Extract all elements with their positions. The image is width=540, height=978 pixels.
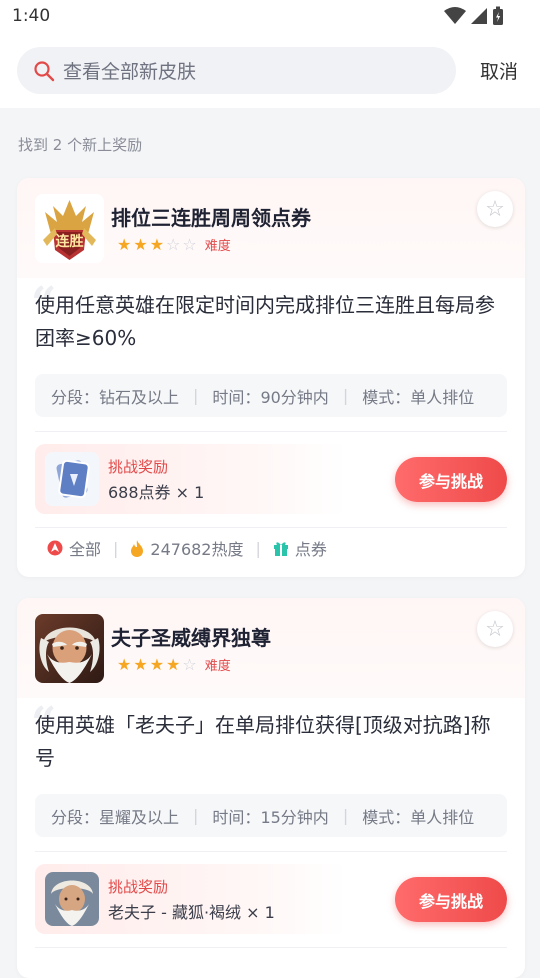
- mode-label: 模式：: [362, 807, 411, 827]
- star-filled-icon: ★: [166, 654, 181, 674]
- card-description: 使用英雄「老夫子」在单局排位获得[顶级对抗路]称号: [35, 713, 491, 770]
- card-description: 使用任意英雄在限定时间内完成排位三连胜且每局参团率≥60%: [35, 293, 495, 350]
- star-filled-icon: ★: [149, 654, 165, 674]
- time-value: 90分钟内: [260, 387, 329, 407]
- reward-box: 挑战奖励 688点券 × 1: [35, 444, 347, 514]
- divider: [35, 947, 507, 948]
- badge-text: 连胜: [56, 233, 84, 250]
- separator: |: [113, 538, 119, 558]
- time-label: 时间：: [212, 807, 261, 827]
- star-empty-icon: ☆: [182, 234, 197, 254]
- flame-icon: [131, 539, 144, 557]
- battery-icon: [493, 6, 503, 25]
- scope-stat: 全部: [47, 536, 101, 560]
- hero-portrait-image: [35, 614, 104, 683]
- requirements-bar: 分段： 星耀及以上 | 时间： 15分钟内 | 模式： 单人排位: [35, 794, 507, 837]
- divider: [35, 431, 507, 432]
- coupon-cards-image: [45, 452, 99, 506]
- separator: |: [193, 806, 199, 825]
- search-icon: [33, 60, 55, 82]
- challenge-card[interactable]: 连胜 排位三连胜周周领点券 ★ ★ ★ ☆ ☆ 难度 ☆ “ 使用任意英雄在限定…: [17, 178, 525, 577]
- cancel-button[interactable]: 取消: [480, 57, 518, 84]
- card-stats: 全部 | 247682热度 | 点券: [47, 536, 327, 560]
- star-empty-icon: ☆: [182, 654, 197, 674]
- favorite-star-button[interactable]: ☆: [477, 611, 513, 647]
- signal-icon: [471, 8, 487, 24]
- star-empty-icon: ☆: [166, 234, 181, 254]
- search-header: 查看全部新皮肤 取消: [0, 34, 540, 108]
- card-title: 排位三连胜周周领点券: [111, 206, 311, 230]
- reward-box: 挑战奖励 老夫子 - 藏狐·褐绒 × 1: [35, 864, 347, 934]
- divider: [35, 527, 507, 528]
- tier-label: 分段：: [51, 387, 100, 407]
- separator: |: [193, 386, 199, 405]
- mode-label: 模式：: [362, 387, 411, 407]
- star-filled-icon: ★: [133, 654, 148, 674]
- scope-text: 全部: [69, 540, 102, 559]
- search-placeholder: 查看全部新皮肤: [63, 61, 197, 83]
- reward-value: 老夫子 - 藏狐·褐绒 × 1: [108, 903, 275, 922]
- join-challenge-button[interactable]: 参与挑战: [395, 457, 507, 502]
- time-value: 15分钟内: [260, 807, 329, 827]
- difficulty-rating: ★ ★ ★ ☆ ☆ 难度: [117, 235, 231, 254]
- wifi-icon: [444, 7, 466, 24]
- time-label: 时间：: [212, 387, 261, 407]
- star-filled-icon: ★: [149, 234, 165, 254]
- tier-value: 钻石及以上: [99, 387, 180, 407]
- difficulty-label: 难度: [204, 659, 231, 674]
- tier-value: 星耀及以上: [99, 807, 180, 827]
- separator: |: [255, 538, 261, 558]
- mode-value: 单人排位: [410, 807, 475, 827]
- tier-label: 分段：: [51, 807, 100, 827]
- reward-value: 688点券 × 1: [108, 483, 205, 502]
- skin-reward-image: [45, 872, 99, 926]
- type-stat: 点券: [273, 536, 327, 560]
- join-challenge-button[interactable]: 参与挑战: [395, 877, 507, 922]
- star-filled-icon: ★: [117, 234, 132, 254]
- heat-stat: 247682热度: [130, 536, 244, 560]
- star-outline-icon: ☆: [485, 616, 505, 642]
- separator: |: [342, 806, 349, 825]
- search-input[interactable]: 查看全部新皮肤: [17, 47, 456, 94]
- mode-value: 单人排位: [410, 387, 475, 407]
- star-outline-icon: ☆: [485, 196, 505, 222]
- system-icons: [444, 6, 504, 26]
- separator: |: [342, 386, 349, 405]
- rank-badge-image: 连胜: [35, 194, 104, 263]
- reward-label: 挑战奖励: [108, 458, 169, 476]
- requirements-bar: 分段： 钻石及以上 | 时间： 90分钟内 | 模式： 单人排位: [35, 374, 507, 417]
- heat-text: 247682热度: [150, 540, 244, 559]
- difficulty-label: 难度: [204, 239, 231, 254]
- difficulty-rating: ★ ★ ★ ★ ☆ 难度: [117, 655, 231, 674]
- result-count: 找到 2 个新上奖励: [18, 136, 143, 154]
- rank-icon: [47, 540, 63, 556]
- favorite-star-button[interactable]: ☆: [477, 191, 513, 227]
- gift-icon: [273, 542, 288, 556]
- reward-label: 挑战奖励: [108, 878, 169, 896]
- type-text: 点券: [294, 540, 327, 559]
- divider: [35, 851, 507, 852]
- status-time: 1:40: [12, 6, 51, 26]
- card-title: 夫子圣威缚界独尊: [111, 626, 271, 650]
- challenge-card[interactable]: 夫子圣威缚界独尊 ★ ★ ★ ★ ☆ 难度 ☆ “ 使用英雄「老夫子」在单局排位…: [17, 598, 525, 978]
- status-bar: 1:40: [0, 0, 540, 34]
- star-filled-icon: ★: [117, 654, 132, 674]
- star-filled-icon: ★: [133, 234, 148, 254]
